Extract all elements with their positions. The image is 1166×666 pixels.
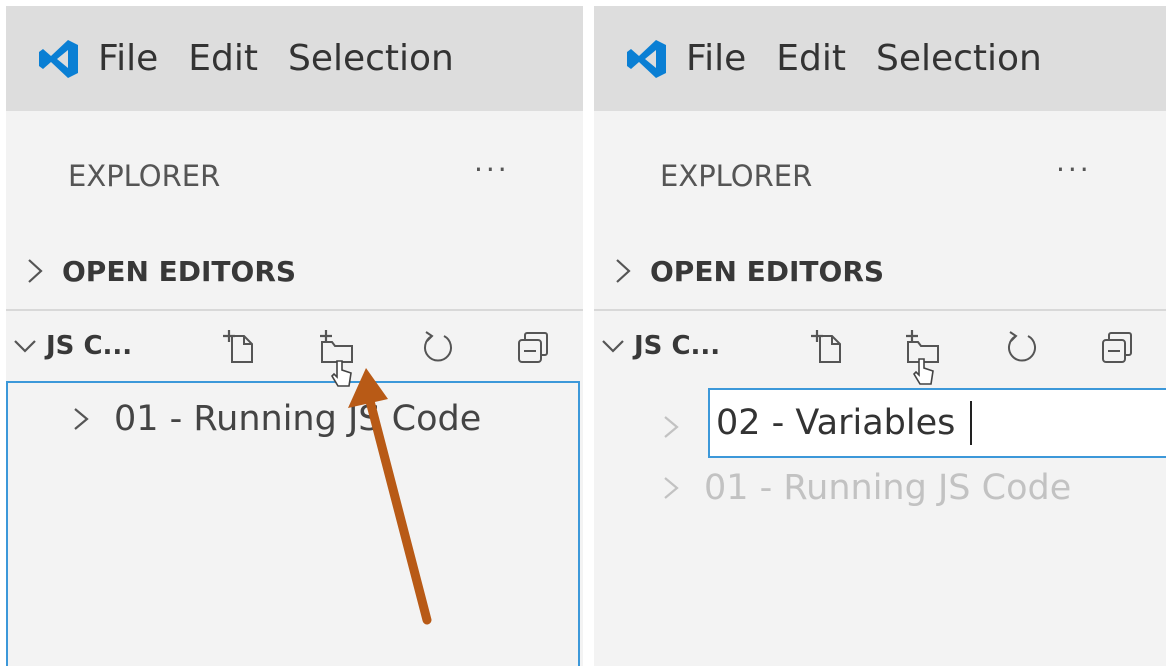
vscode-logo [627, 39, 666, 78]
tree-item-folder[interactable]: 01 - Running JS Code [662, 468, 1071, 508]
left-vscode-window: File Edit Selection EXPLORER ··· OPEN ED… [6, 6, 583, 666]
new-folder-name-input[interactable] [708, 388, 1166, 458]
open-editors-section[interactable]: OPEN EDITORS [594, 246, 884, 296]
text-caret [970, 401, 972, 445]
folder-section-header[interactable]: JS C... [594, 316, 1166, 376]
menu-selection[interactable]: Selection [876, 38, 1042, 79]
chevron-down-icon [602, 340, 624, 353]
chevron-right-icon [664, 477, 679, 499]
section-divider [594, 309, 1166, 311]
menu-bar: File Edit Selection [594, 6, 1166, 111]
folder-name: JS C... [634, 331, 721, 361]
chevron-right-icon [616, 259, 631, 283]
chevron-right-icon [664, 416, 679, 438]
menu-edit[interactable]: Edit [776, 38, 846, 79]
right-vscode-window: File Edit Selection EXPLORER ··· OPEN ED… [594, 6, 1166, 666]
annotation-arrow [348, 368, 432, 625]
mouse-pointer-icon [912, 358, 934, 385]
explorer-title: EXPLORER [660, 159, 813, 193]
explorer-sidebar: EXPLORER ··· OPEN EDITORS JS C... [594, 111, 1166, 666]
refresh-icon[interactable] [1002, 328, 1040, 366]
open-editors-label: OPEN EDITORS [650, 254, 885, 288]
tree-item-label: 01 - Running JS Code [704, 468, 1072, 508]
menu-file[interactable]: File [686, 38, 746, 79]
more-actions-button[interactable]: ··· [1056, 153, 1092, 186]
collapse-all-icon[interactable] [1098, 328, 1136, 366]
new-file-icon[interactable] [808, 328, 846, 366]
